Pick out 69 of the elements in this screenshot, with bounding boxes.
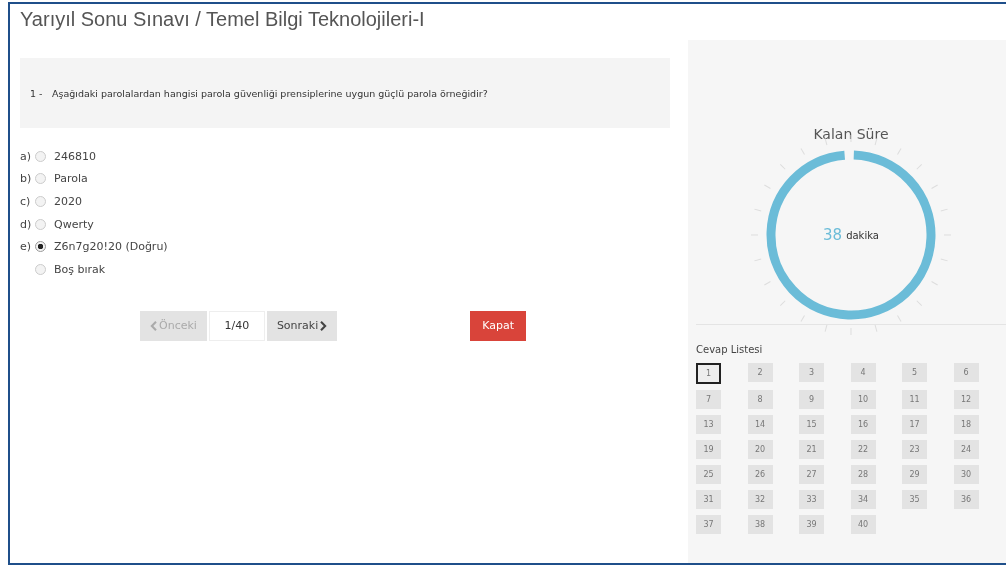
question-number-button[interactable]: 18 xyxy=(953,415,979,434)
question-number-button[interactable]: 36 xyxy=(953,490,979,509)
option-letter: e) xyxy=(20,240,33,254)
question-number-button[interactable]: 34 xyxy=(850,490,876,509)
question-number-button[interactable]: 28 xyxy=(850,465,876,484)
exam-title: Yarıyıl Sonu Sınavı / Temel Bilgi Teknolojileri-I xyxy=(20,8,426,32)
radio-button[interactable] xyxy=(35,263,46,275)
close-button[interactable]: Kapat xyxy=(470,310,527,341)
question-number-button[interactable]: 7 xyxy=(696,390,721,409)
answer-list-title: Cevap Listesi xyxy=(696,344,764,355)
radio-button[interactable] xyxy=(35,173,46,185)
question-number-button[interactable]: 11 xyxy=(902,390,927,409)
option-text: Parola xyxy=(54,172,88,186)
question-number-button[interactable]: 17 xyxy=(902,415,927,434)
question-number-button[interactable]: 32 xyxy=(747,490,773,509)
next-button[interactable]: Sonraki xyxy=(266,310,338,341)
question-number-button[interactable]: 20 xyxy=(747,440,773,459)
question-number-button[interactable]: 37 xyxy=(696,515,721,534)
question-number-button[interactable]: 12 xyxy=(953,390,979,409)
chevron-right-icon xyxy=(320,320,328,331)
option-text: 2020 xyxy=(54,195,82,208)
radio-button[interactable] xyxy=(35,196,46,207)
question-number-button[interactable]: 40 xyxy=(850,515,876,534)
question-number-button[interactable]: 24 xyxy=(953,440,979,459)
question-number-button[interactable]: 13 xyxy=(696,415,721,434)
option-text: Qwerty xyxy=(54,217,94,231)
question-number-button[interactable]: 5 xyxy=(902,363,927,382)
question-number-button[interactable]: 6 xyxy=(953,363,979,382)
radio-button[interactable] xyxy=(35,241,46,253)
question-number-button[interactable]: 23 xyxy=(902,440,927,459)
question-number-button[interactable]: 3 xyxy=(799,363,824,382)
question-number-button[interactable]: 16 xyxy=(850,415,876,434)
radio-button[interactable] xyxy=(35,218,46,230)
chevron-left-icon xyxy=(150,320,157,331)
option-letter: d) xyxy=(20,217,33,231)
question-number-button[interactable]: 8 xyxy=(747,390,773,409)
option-letter: b) xyxy=(20,172,33,186)
question-number-button[interactable]: 38 xyxy=(747,515,773,534)
option-letter: a) xyxy=(20,149,33,163)
question-number-button[interactable]: 15 xyxy=(799,415,824,434)
option-text: Boş bırak xyxy=(54,262,106,276)
question-number-button[interactable]: 21 xyxy=(799,440,824,459)
timer-title: Kalan Süre xyxy=(812,126,890,142)
question-number-button[interactable]: 33 xyxy=(799,490,824,509)
timer-value: 38 xyxy=(823,226,843,244)
question-number-button[interactable]: 4 xyxy=(850,363,876,382)
question-number-button[interactable]: 2 xyxy=(747,363,773,382)
timer-unit: dakika xyxy=(846,229,879,241)
option-text: 246810 xyxy=(54,149,96,163)
question-number-button[interactable]: 1 xyxy=(696,363,721,384)
question-number-button[interactable]: 25 xyxy=(696,465,721,484)
question-number-button[interactable]: 27 xyxy=(799,465,824,484)
question-number: 1 - xyxy=(30,87,44,99)
question-text: Aşağıdaki parolalardan hangisi parola güvenliği prensiplerine uygun güçlü parola örneğidir? xyxy=(52,87,488,99)
question-number-button[interactable]: 10 xyxy=(850,390,876,409)
question-number-button[interactable]: 35 xyxy=(902,490,927,509)
question-number-button[interactable]: 39 xyxy=(799,515,824,534)
question-number-button[interactable]: 9 xyxy=(799,390,824,409)
radio-button[interactable] xyxy=(35,150,46,162)
question-number-button[interactable]: 26 xyxy=(747,465,773,484)
option-letter: c) xyxy=(20,195,32,208)
question-number-button[interactable]: 31 xyxy=(696,490,721,509)
question-number-button[interactable]: 19 xyxy=(696,440,721,459)
page-indicator: 1/40 xyxy=(208,310,265,341)
question-number-button[interactable]: 22 xyxy=(850,440,876,459)
question-number-button[interactable]: 14 xyxy=(747,415,773,434)
option-text: Z6n7g20!20 (Doğru) xyxy=(54,240,168,254)
question-number-button[interactable]: 30 xyxy=(953,465,979,484)
question-number-button[interactable]: 29 xyxy=(902,465,927,484)
